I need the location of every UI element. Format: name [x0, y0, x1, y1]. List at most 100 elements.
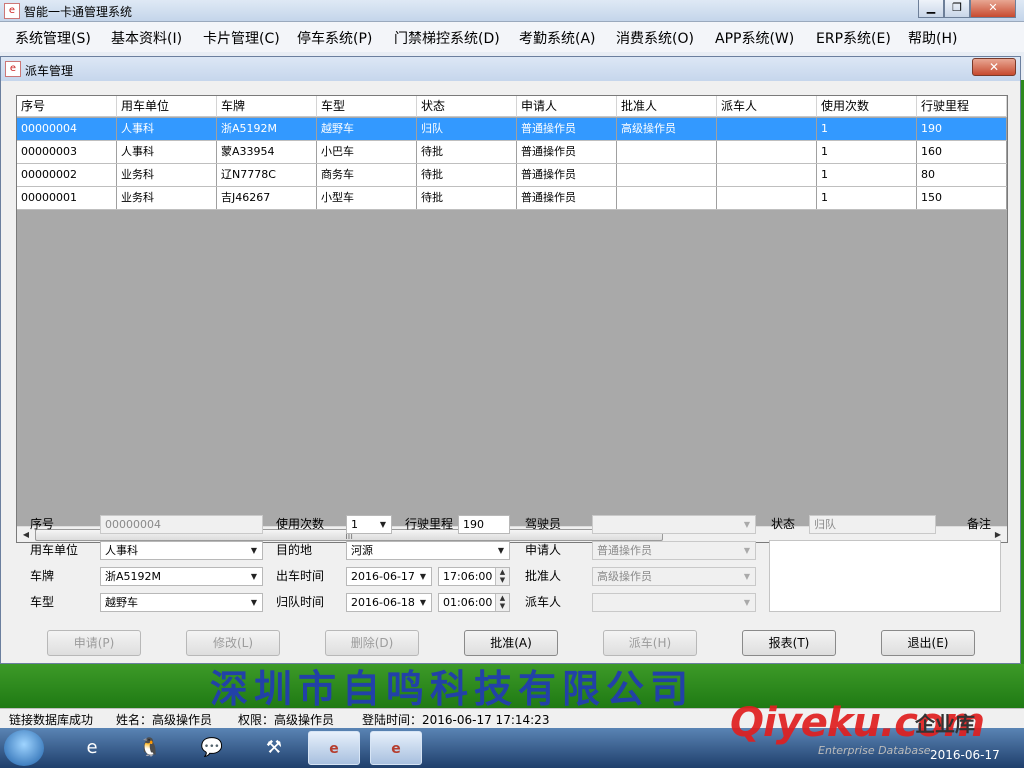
cell-type: 商务车 [317, 164, 417, 186]
cell-count: 1 [817, 118, 917, 140]
chevron-down-icon[interactable]: ▼ [741, 542, 753, 559]
chevron-down-icon[interactable]: ▼ [495, 542, 507, 559]
menu-attendance[interactable]: 考勤系统(A) [519, 28, 596, 48]
count-select[interactable]: 1 ▼ [346, 515, 392, 534]
driver-label: 驾驶员 [525, 517, 562, 531]
ie-icon[interactable]: e [66, 731, 118, 765]
col-header-seq[interactable]: 序号 [17, 96, 117, 117]
col-header-dispatcher[interactable]: 派车人 [717, 96, 817, 117]
col-header-approver[interactable]: 批准人 [617, 96, 717, 117]
dialog-title: 派车管理 [25, 64, 74, 78]
menu-access-control[interactable]: 门禁梯控系统(D) [394, 28, 500, 48]
modify-button[interactable]: 修改(L) [186, 630, 280, 656]
cell-applicant: 普通操作员 [517, 141, 617, 163]
close-button[interactable]: ✕ [970, 0, 1016, 18]
cell-status: 归队 [417, 118, 517, 140]
chevron-down-icon[interactable]: ▼ [417, 594, 429, 611]
cell-applicant: 普通操作员 [517, 118, 617, 140]
cell-status: 待批 [417, 141, 517, 163]
chevron-down-icon[interactable]: ▼ [741, 516, 753, 533]
approve-button[interactable]: 批准(A) [464, 630, 558, 656]
spinner-icon[interactable]: ▲ ▼ [495, 568, 509, 585]
col-header-status[interactable]: 状态 [417, 96, 517, 117]
chevron-down-icon[interactable]: ▼ [248, 594, 260, 611]
tools-icon[interactable]: ⚒ [248, 731, 300, 765]
spinner-icon[interactable]: ▲ ▼ [495, 594, 509, 611]
return-date-value: 2016-06-18 [351, 596, 415, 609]
driver-select[interactable]: ▼ [592, 515, 756, 534]
app-title: 智能一卡通管理系统 [24, 5, 133, 19]
chevron-down-icon[interactable]: ▼ [248, 568, 260, 585]
approver-select[interactable]: 高级操作员 ▼ [592, 567, 756, 586]
menu-basic-data[interactable]: 基本资料(I) [111, 28, 182, 48]
col-header-count[interactable]: 使用次数 [817, 96, 917, 117]
menu-app[interactable]: APP系统(W) [715, 28, 794, 48]
menu-erp[interactable]: ERP系统(E) [816, 28, 891, 48]
table-row[interactable]: 00000004 人事科 浙A5192M 越野车 归队 普通操作员 高级操作员 … [17, 118, 1007, 141]
mileage-label: 行驶里程 [405, 517, 454, 531]
menu-card[interactable]: 卡片管理(C) [203, 28, 280, 48]
cell-mileage: 160 [917, 141, 1007, 163]
out-date-picker[interactable]: 2016-06-17 ▼ [346, 567, 432, 586]
cell-count: 1 [817, 187, 917, 209]
col-header-mileage[interactable]: 行驶里程 [917, 96, 1007, 117]
type-label: 车型 [30, 595, 55, 609]
cell-approver [617, 141, 717, 163]
return-date-picker[interactable]: 2016-06-18 ▼ [346, 593, 432, 612]
unit-select[interactable]: 人事科 ▼ [100, 541, 263, 560]
plate-select[interactable]: 浙A5192M ▼ [100, 567, 263, 586]
destination-select[interactable]: 河源 ▼ [346, 541, 510, 560]
dispatcher-select[interactable]: ▼ [592, 593, 756, 612]
menu-help[interactable]: 帮助(H) [908, 28, 957, 48]
col-header-applicant[interactable]: 申请人 [517, 96, 617, 117]
qq-icon[interactable]: 🐧 [124, 731, 176, 765]
cell-count: 1 [817, 164, 917, 186]
app-window-button[interactable]: e [370, 731, 422, 765]
cell-approver: 高级操作员 [617, 118, 717, 140]
count-value: 1 [351, 518, 358, 531]
col-header-type[interactable]: 车型 [317, 96, 417, 117]
col-header-plate[interactable]: 车牌 [217, 96, 317, 117]
menu-consumption[interactable]: 消费系统(O) [616, 28, 694, 48]
wechat-icon[interactable]: 💬 [186, 731, 238, 765]
cell-status: 待批 [417, 187, 517, 209]
minimize-button[interactable]: ▁ [918, 0, 944, 18]
chevron-down-icon[interactable]: ▼ [377, 516, 389, 533]
table-row[interactable]: 00000001 业务科 吉J46267 小型车 待批 普通操作员 1 150 [17, 187, 1007, 210]
dialog-close-button[interactable]: ✕ [972, 58, 1016, 76]
destination-label: 目的地 [276, 543, 313, 557]
cell-status: 待批 [417, 164, 517, 186]
chevron-down-icon[interactable]: ▼ [741, 594, 753, 611]
mileage-input[interactable]: 190 [458, 515, 510, 534]
menu-system[interactable]: 系统管理(S) [15, 28, 91, 48]
count-label: 使用次数 [276, 517, 325, 531]
chevron-down-icon[interactable]: ▼ [741, 568, 753, 585]
table-row[interactable]: 00000003 人事科 蒙A33954 小巴车 待批 普通操作员 1 160 [17, 141, 1007, 164]
type-select[interactable]: 越野车 ▼ [100, 593, 263, 612]
out-time-input[interactable]: 17:06:00 ▲ ▼ [438, 567, 510, 586]
dispatch-dialog: e 派车管理 ✕ 序号 用车单位 车牌 车型 状态 申请人 批准人 派车人 使用… [0, 56, 1021, 664]
cell-seq: 00000004 [17, 118, 117, 140]
start-button[interactable] [4, 730, 44, 766]
type-value: 越野车 [105, 596, 138, 609]
applicant-select[interactable]: 普通操作员 ▼ [592, 541, 756, 560]
chevron-down-icon[interactable]: ▼ [417, 568, 429, 585]
table-row[interactable]: 00000002 业务科 辽N7778C 商务车 待批 普通操作员 1 80 [17, 164, 1007, 187]
app-logo-icon: e [5, 61, 21, 77]
app-logo-icon: e [4, 3, 20, 19]
apply-button[interactable]: 申请(P) [47, 630, 141, 656]
dispatcher-label: 派车人 [525, 595, 562, 609]
report-button[interactable]: 报表(T) [742, 630, 836, 656]
return-time-input[interactable]: 01:06:00 ▲ ▼ [438, 593, 510, 612]
chevron-down-icon[interactable]: ▼ [248, 542, 260, 559]
app-window-button[interactable]: e [308, 731, 360, 765]
exit-button[interactable]: 退出(E) [881, 630, 975, 656]
maximize-button[interactable]: ❐ [944, 0, 970, 18]
dispatch-button[interactable]: 派车(H) [603, 630, 697, 656]
menu-parking[interactable]: 停车系统(P) [297, 28, 372, 48]
cell-unit: 业务科 [117, 187, 217, 209]
remark-textarea[interactable] [769, 540, 1001, 612]
delete-button[interactable]: 删除(D) [325, 630, 419, 656]
cell-approver [617, 164, 717, 186]
col-header-unit[interactable]: 用车单位 [117, 96, 217, 117]
